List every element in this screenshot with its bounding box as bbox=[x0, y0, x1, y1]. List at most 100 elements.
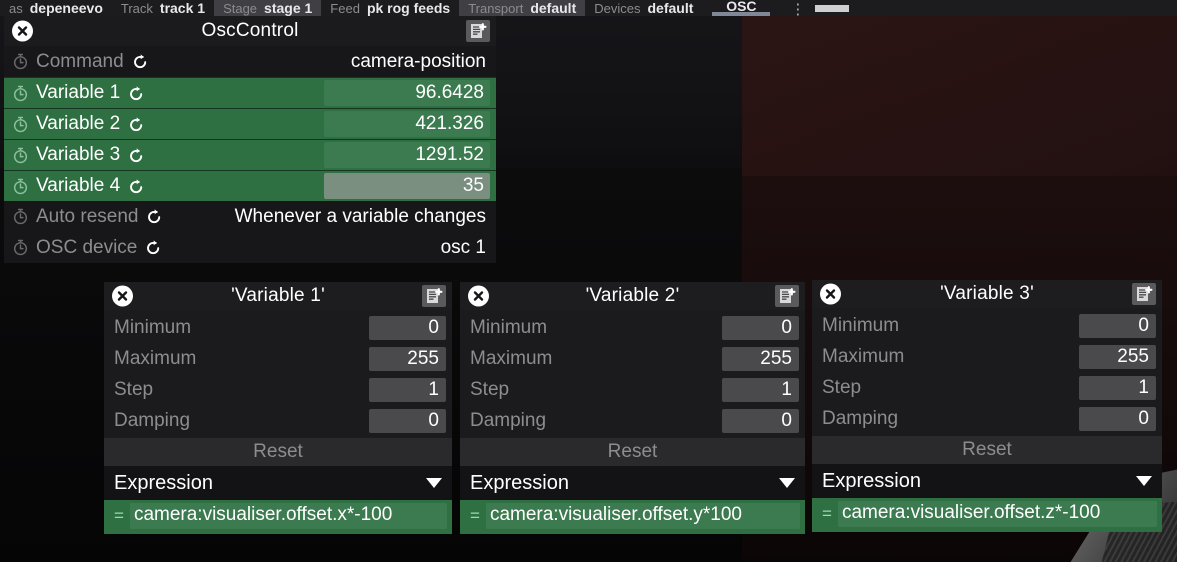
osc-input-variable-1[interactable]: 96.6428 bbox=[324, 80, 490, 106]
equals-icon: = bbox=[470, 506, 480, 525]
expression-dropdown[interactable]: Expression bbox=[460, 466, 805, 500]
expression-dropdown-label: Expression bbox=[822, 469, 921, 492]
osc-row-variable-4[interactable]: Variable 4 35 bbox=[4, 170, 496, 201]
param-row-damping[interactable]: Damping 0 bbox=[460, 405, 805, 436]
param-input-minimum[interactable]: 0 bbox=[722, 315, 799, 340]
param-label-maximum: Maximum bbox=[822, 345, 905, 367]
param-row-step[interactable]: Step 1 bbox=[812, 372, 1162, 403]
add-note-icon[interactable] bbox=[1132, 283, 1156, 305]
param-label-step: Step bbox=[822, 376, 862, 398]
param-row-maximum[interactable]: Maximum 255 bbox=[812, 341, 1162, 372]
param-row-step[interactable]: Step 1 bbox=[460, 374, 805, 405]
window-control-bar[interactable] bbox=[815, 5, 850, 12]
variable-2-window: 'Variable 2' Minimum 0 Maximum 255 Step … bbox=[460, 282, 805, 534]
menu-item-track[interactable]: Track track 1 bbox=[112, 0, 214, 17]
param-label-damping: Damping bbox=[114, 409, 191, 431]
chevron-down-icon[interactable] bbox=[779, 478, 795, 488]
reset-icon[interactable] bbox=[132, 53, 149, 70]
osc-row-variable-1[interactable]: Variable 1 96.6428 bbox=[4, 77, 496, 108]
expression-input[interactable]: camera:visualiser.offset.y*100 bbox=[485, 503, 800, 529]
menu-item-feed[interactable]: Feed pk rog feeds bbox=[321, 0, 459, 17]
stopwatch-icon bbox=[13, 116, 28, 132]
expression-input[interactable]: camera:visualiser.offset.x*-100 bbox=[129, 503, 447, 529]
osc-value-osc-device: osc 1 bbox=[440, 236, 486, 258]
osc-control-titlebar: OscControl bbox=[4, 16, 496, 46]
reset-button[interactable]: Reset bbox=[812, 436, 1162, 464]
param-input-minimum[interactable]: 0 bbox=[1079, 313, 1156, 338]
reset-icon[interactable] bbox=[145, 239, 162, 256]
param-input-damping[interactable]: 0 bbox=[1079, 406, 1156, 431]
param-row-minimum[interactable]: Minimum 0 bbox=[460, 312, 805, 343]
menu-key-transport: Transport bbox=[468, 1, 524, 16]
close-icon[interactable] bbox=[468, 285, 489, 307]
osc-control-body: Command camera-position Variable 1 96.64… bbox=[4, 46, 496, 263]
param-input-maximum[interactable]: 255 bbox=[722, 346, 799, 371]
menu-value-feed: pk rog feeds bbox=[366, 0, 451, 16]
param-row-damping[interactable]: Damping 0 bbox=[104, 405, 452, 436]
reset-button[interactable]: Reset bbox=[104, 438, 452, 466]
top-menu-bar: as depeneevo Track track 1 Stage stage 1… bbox=[0, 0, 1177, 16]
variable-2-titlebar: 'Variable 2' bbox=[460, 282, 805, 310]
param-input-maximum[interactable]: 255 bbox=[369, 346, 446, 371]
param-input-step[interactable]: 1 bbox=[722, 377, 799, 402]
param-input-minimum[interactable]: 0 bbox=[369, 315, 446, 340]
param-input-maximum[interactable]: 255 bbox=[1079, 344, 1156, 369]
tab-osc-underline bbox=[712, 12, 771, 16]
menu-item-transport[interactable]: Transport default bbox=[459, 0, 586, 16]
osc-row-command[interactable]: Command camera-position bbox=[4, 46, 496, 77]
osc-row-auto-resend[interactable]: Auto resend Whenever a variable changes bbox=[4, 201, 496, 232]
tab-osc[interactable]: OSC bbox=[702, 0, 780, 16]
stopwatch-icon bbox=[13, 53, 28, 70]
reset-button[interactable]: Reset bbox=[460, 438, 805, 466]
reset-icon[interactable] bbox=[146, 208, 163, 225]
reset-icon[interactable] bbox=[128, 178, 145, 195]
chevron-down-icon[interactable] bbox=[1136, 476, 1152, 486]
menu-item-0[interactable]: as depeneevo bbox=[0, 0, 112, 17]
chevron-down-icon[interactable] bbox=[426, 478, 442, 488]
menu-item-devices[interactable]: Devices default bbox=[585, 0, 702, 17]
variable-3-titlebar: 'Variable 3' bbox=[812, 280, 1162, 308]
add-note-icon[interactable] bbox=[775, 285, 799, 307]
osc-label-command: Command bbox=[36, 50, 124, 72]
param-input-step[interactable]: 1 bbox=[369, 377, 446, 402]
param-row-minimum[interactable]: Minimum 0 bbox=[812, 310, 1162, 341]
close-icon[interactable] bbox=[12, 20, 33, 42]
expression-dropdown[interactable]: Expression bbox=[104, 466, 452, 500]
menu-item-stage[interactable]: Stage stage 1 bbox=[214, 0, 322, 16]
expression-field-row: = camera:visualiser.offset.z*-100 bbox=[812, 498, 1162, 532]
equals-icon: = bbox=[114, 506, 124, 525]
param-row-step[interactable]: Step 1 bbox=[104, 374, 452, 405]
osc-row-variable-2[interactable]: Variable 2 421.326 bbox=[4, 108, 496, 139]
menu-value-track: track 1 bbox=[159, 0, 206, 16]
reset-icon[interactable] bbox=[128, 147, 145, 164]
close-icon[interactable] bbox=[112, 285, 133, 307]
osc-input-variable-3[interactable]: 1291.52 bbox=[324, 142, 490, 168]
param-input-damping[interactable]: 0 bbox=[722, 408, 799, 433]
osc-input-variable-2[interactable]: 421.326 bbox=[324, 111, 490, 137]
param-row-minimum[interactable]: Minimum 0 bbox=[104, 312, 452, 343]
reset-icon[interactable] bbox=[128, 116, 145, 133]
param-input-damping[interactable]: 0 bbox=[369, 408, 446, 433]
stopwatch-icon bbox=[13, 147, 28, 163]
expression-dropdown[interactable]: Expression bbox=[812, 464, 1162, 498]
param-label-minimum: Minimum bbox=[822, 314, 900, 336]
add-note-icon[interactable] bbox=[422, 285, 446, 307]
osc-label-osc-device: OSC device bbox=[36, 236, 138, 258]
osc-row-osc-device[interactable]: OSC device osc 1 bbox=[4, 232, 496, 263]
param-input-step[interactable]: 1 bbox=[1079, 375, 1156, 400]
menu-key-stage: Stage bbox=[223, 1, 258, 16]
menu-key-0: as bbox=[9, 1, 23, 16]
osc-input-variable-4[interactable]: 35 bbox=[324, 173, 490, 199]
close-icon[interactable] bbox=[820, 283, 841, 305]
osc-row-variable-3[interactable]: Variable 3 1291.52 bbox=[4, 139, 496, 170]
add-note-icon[interactable] bbox=[466, 20, 490, 42]
param-label-step: Step bbox=[114, 378, 154, 400]
reset-icon[interactable] bbox=[128, 85, 145, 102]
expression-input[interactable]: camera:visualiser.offset.z*-100 bbox=[837, 501, 1157, 527]
overflow-menu-icon[interactable]: ⋮ bbox=[780, 2, 815, 16]
param-row-damping[interactable]: Damping 0 bbox=[812, 403, 1162, 434]
osc-value-command: camera-position bbox=[350, 50, 486, 72]
param-row-maximum[interactable]: Maximum 255 bbox=[104, 343, 452, 374]
param-row-maximum[interactable]: Maximum 255 bbox=[460, 343, 805, 374]
menu-value-transport: default bbox=[530, 0, 577, 16]
